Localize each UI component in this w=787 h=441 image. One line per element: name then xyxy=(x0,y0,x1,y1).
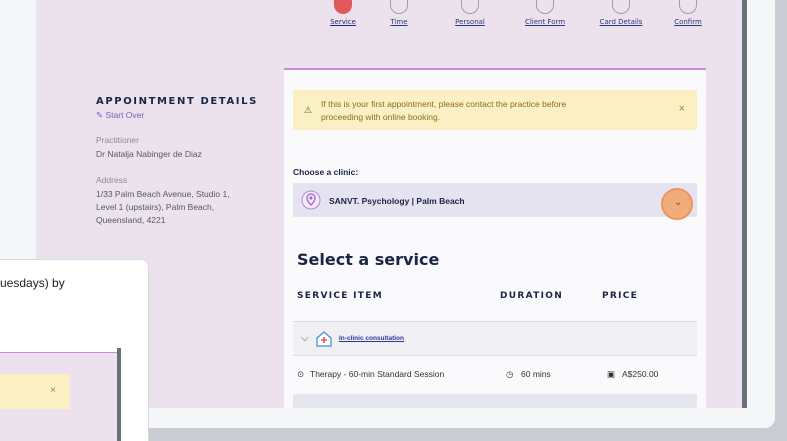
scrollbar[interactable] xyxy=(742,0,747,408)
clock-icon: ◷ xyxy=(506,369,514,379)
close-icon[interactable]: × xyxy=(50,385,56,396)
service-panel: ⚠ If this is your first appointment, ple… xyxy=(284,68,706,408)
step-label: Card Details xyxy=(599,18,643,26)
chevron-down-icon: ⌄ xyxy=(674,197,683,208)
step-card-details[interactable]: Card Details xyxy=(586,0,656,26)
clinic-house-icon xyxy=(316,331,332,347)
step-client-form[interactable]: Client Form xyxy=(510,0,580,26)
details-title: APPOINTMENT DETAILS xyxy=(96,96,258,107)
address-line: Level 1 (upstairs), Palm Beach, xyxy=(96,202,215,212)
location-pin-icon xyxy=(301,190,321,210)
appointment-details: APPOINTMENT DETAILS ✎ Start Over Practit… xyxy=(96,96,276,227)
practitioner-label: Practitioner xyxy=(96,135,139,145)
table-row[interactable]: ⊙ Therapy - 60-min Standard Session ◷ 60… xyxy=(293,357,697,393)
step-label: Time xyxy=(390,18,408,26)
price-tag-icon: ▣ xyxy=(607,369,616,379)
column-header-price: PRICE xyxy=(602,291,639,301)
foreground-scrollbar[interactable] xyxy=(117,348,121,441)
dropdown-toggle[interactable]: ⌄ xyxy=(661,188,693,220)
selected-clinic-name: SANVT. Psychology | Palm Beach xyxy=(329,196,465,206)
column-header-service: SERVICE ITEM xyxy=(297,291,383,301)
practitioner-value: Dr Natalja Nabinger de Diaz xyxy=(96,149,202,159)
choose-clinic-label: Choose a clinic: xyxy=(293,167,359,177)
chevron-down-icon: ⌵ xyxy=(301,333,309,344)
alert-close-icon[interactable]: × xyxy=(679,103,685,115)
step-dot xyxy=(679,0,697,14)
table-row-partial[interactable] xyxy=(293,394,697,408)
pencil-icon: ✎ xyxy=(96,110,104,120)
step-dot xyxy=(390,0,408,14)
step-label: Client Form xyxy=(524,18,566,26)
service-duration: 60 mins xyxy=(521,369,551,379)
clinic-select[interactable]: SANVT. Psychology | Palm Beach ⌄ xyxy=(293,183,697,220)
step-label: Personal xyxy=(455,18,485,26)
booking-stepper: Service Time Personal Client Form Card D… xyxy=(308,0,718,40)
step-dot xyxy=(612,0,630,14)
select-service-title: Select a service xyxy=(297,250,440,269)
address-value: 1/33 Palm Beach Avenue, Studio 1, Level … xyxy=(96,188,276,227)
address-line: 1/33 Palm Beach Avenue, Studio 1, xyxy=(96,189,230,199)
alert-line: If this is your first appointment, pleas… xyxy=(321,99,567,109)
step-label: Confirm xyxy=(674,18,702,26)
step-dot xyxy=(536,0,554,14)
step-time[interactable]: Time xyxy=(364,0,434,26)
start-over-label: Start Over xyxy=(105,110,145,120)
service-group-row[interactable]: ⌵ In-clinic consultation xyxy=(293,321,697,356)
first-appointment-alert: ⚠ If this is your first appointment, ple… xyxy=(293,90,697,130)
alert-text: If this is your first appointment, pleas… xyxy=(321,98,641,124)
check-circle-icon: ⊙ xyxy=(297,369,305,379)
service-name: Therapy - 60-min Standard Session xyxy=(310,369,445,379)
address-line: Queensland, 4221 xyxy=(96,215,166,225)
alert-line: proceeding with online booking. xyxy=(321,112,441,122)
service-price: A$250.00 xyxy=(622,369,659,379)
address-label: Address xyxy=(96,175,128,185)
start-over-link[interactable]: ✎ Start Over xyxy=(96,110,276,121)
service-group-name[interactable]: In-clinic consultation xyxy=(339,335,404,342)
foreground-alert: × xyxy=(0,374,70,409)
foreground-window: uesdays) by × xyxy=(0,259,149,441)
warning-icon: ⚠ xyxy=(304,105,313,115)
foreground-text: uesdays) by xyxy=(0,276,65,290)
step-dot xyxy=(334,0,352,14)
step-dot xyxy=(461,0,479,14)
step-confirm[interactable]: Confirm xyxy=(653,0,723,26)
step-personal[interactable]: Personal xyxy=(435,0,505,26)
column-header-duration: DURATION xyxy=(500,291,564,301)
